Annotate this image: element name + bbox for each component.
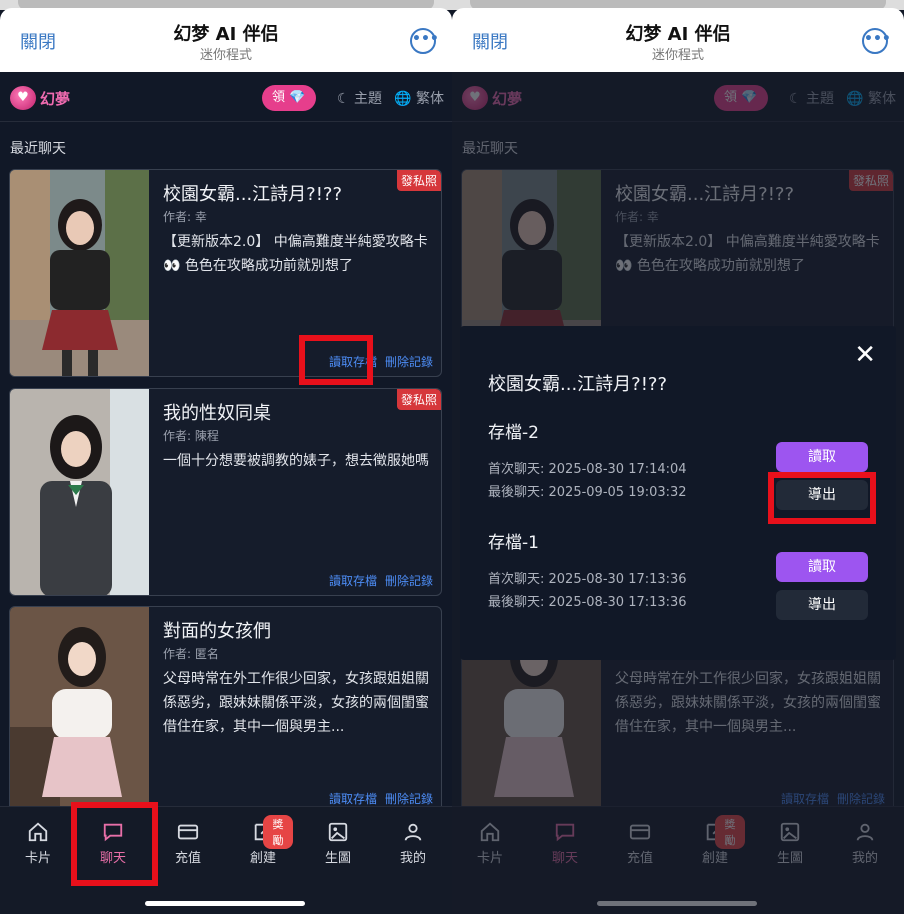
card-description: 【更新版本2.0】 中偏高難度半純愛攻略卡👀 色色在攻略成功前就別想了 [163, 234, 428, 274]
mini-program-subtitle: 迷你程式 [651, 48, 704, 63]
chat-card[interactable]: 對面的女孩們 作者: 匿名 父母時常在外工作很少回家，女孩跟姐姐關係惡劣，跟妹妹… [9, 606, 442, 814]
card-author: 作者: 匿名 [163, 647, 219, 661]
card-author: 作者: 陳程 [163, 429, 219, 443]
card-author: 作者: 幸 [163, 210, 207, 224]
mini-program-header: 關閉 幻梦 AI 伴侣 迷你程式 ••• [452, 8, 904, 72]
export-save-button[interactable]: 導出 [776, 590, 868, 620]
delete-record-link[interactable]: 刪除記錄 [385, 792, 433, 806]
chat-card[interactable]: 校園女霸...江詩月?!?? 作者: 幸 【更新版本2.0】 中偏高難度半純愛攻… [9, 169, 442, 377]
app-name: 幻夢 [40, 89, 71, 108]
save-slot: 存檔-1 首次聊天: 2025-08-30 17:13:36 最後聊天: 202… [488, 528, 868, 628]
character-thumbnail [10, 607, 149, 813]
last-chat-time: 最後聊天: 2025-09-05 19:03:32 [488, 485, 687, 500]
mini-program-subtitle: 迷你程式 [199, 48, 252, 63]
nav-generate-image[interactable]: 生圖 [308, 821, 368, 866]
left-screen: 關閉 幻梦 AI 伴侣 迷你程式 ••• ♥ 幻夢 領 💎 ☾ 主題 🌐 繁体 最… [0, 0, 452, 914]
read-save-button[interactable]: 讀取 [776, 552, 868, 582]
bottom-navigation: 卡片 聊天 充值 創建 獎勵 生圖 我的 [0, 806, 452, 914]
home-icon [28, 822, 48, 842]
dialog-title: 校園女霸...江詩月?!?? [488, 374, 668, 395]
mini-program-header: 關閉 幻梦 AI 伴侣 迷你程式 ••• [0, 8, 452, 72]
save-slot-name: 存檔-2 [488, 423, 539, 443]
app-logo: ♥ 幻夢 [10, 86, 70, 110]
last-chat-time: 最後聊天: 2025-08-30 17:13:36 [488, 595, 687, 610]
claim-label: 領 [272, 90, 286, 105]
load-save-link[interactable]: 讀取存檔 [329, 792, 377, 806]
card-title: 我的性奴同桌 [163, 403, 271, 424]
theme-toggle[interactable]: ☾ 主題 [337, 88, 382, 108]
nav-cards[interactable]: 卡片 [8, 821, 68, 866]
theme-label: 主題 [354, 91, 382, 107]
nav-recharge[interactable]: 充值 [158, 821, 218, 866]
card-icon [177, 824, 199, 840]
mini-program-title: 幻梦 AI 伴侣 [173, 24, 279, 45]
reward-badge: 獎勵 [263, 815, 293, 849]
card-title: 校園女霸...江詩月?!?? [163, 184, 343, 205]
card-description: 一個十分想要被調教的婊子，想去徵服她嗎 [163, 453, 429, 469]
delete-record-link[interactable]: 刪除記錄 [385, 574, 433, 588]
mini-program-title: 幻梦 AI 伴侣 [625, 24, 731, 45]
globe-icon: 🌐 [394, 91, 412, 107]
nav-label: 我的 [399, 851, 426, 866]
card-description: 父母時常在外工作很少回家，女孩跟姐姐關係惡劣，跟妹妹關係平淡，女孩的兩個閨蜜借住… [163, 671, 429, 735]
heart-logo-icon: ♥ [10, 86, 36, 110]
private-photo-badge: 發私照 [396, 389, 441, 410]
nav-label: 生圖 [324, 851, 351, 866]
nav-profile[interactable]: 我的 [383, 821, 443, 866]
home-indicator [145, 901, 305, 906]
highlight-chat-tab [71, 802, 158, 886]
language-label: 繁体 [416, 91, 444, 107]
chat-card[interactable]: 我的性奴同桌 作者: 陳程 一個十分想要被調教的婊子，想去徵服她嗎 發私照 讀取… [9, 388, 442, 596]
highlight-load-save [299, 335, 373, 385]
highlight-export-button [768, 472, 876, 524]
user-icon [404, 823, 422, 841]
character-thumbnail [10, 170, 149, 376]
card-title: 對面的女孩們 [163, 621, 271, 642]
recent-chats-heading: 最近聊天 [10, 141, 66, 157]
private-photo-badge: 發私照 [396, 170, 441, 191]
nav-label: 充值 [174, 851, 201, 866]
nav-label: 創建 [249, 851, 276, 866]
delete-record-link[interactable]: 刪除記錄 [385, 355, 433, 369]
nav-create[interactable]: 創建 獎勵 [233, 815, 293, 866]
image-icon [328, 822, 348, 842]
nav-label: 卡片 [24, 851, 51, 866]
right-screen: 關閉 幻梦 AI 伴侣 迷你程式 ••• ♥ 幻夢 領💎 ☾ 主題 🌐 繁体 最… [452, 0, 904, 914]
character-thumbnail [10, 389, 149, 595]
first-chat-time: 首次聊天: 2025-08-30 17:14:04 [488, 462, 687, 477]
first-chat-time: 首次聊天: 2025-08-30 17:13:36 [488, 572, 687, 587]
diamond-icon: 💎 [289, 90, 306, 105]
load-save-link[interactable]: 讀取存檔 [329, 574, 377, 588]
save-slot-name: 存檔-1 [488, 533, 539, 553]
moon-icon: ☾ [336, 91, 350, 107]
more-menu-icon[interactable]: ••• [410, 28, 439, 54]
language-toggle[interactable]: 🌐 繁体 [394, 88, 444, 108]
claim-reward-button[interactable]: 領💎 [262, 85, 316, 111]
app-header: ♥ 幻夢 領💎 ☾ 主題 🌐 繁体 [0, 72, 452, 122]
more-menu-icon[interactable]: ••• [862, 28, 891, 54]
read-save-button[interactable]: 讀取 [776, 442, 868, 472]
close-icon[interactable]: ✕ [854, 340, 876, 370]
